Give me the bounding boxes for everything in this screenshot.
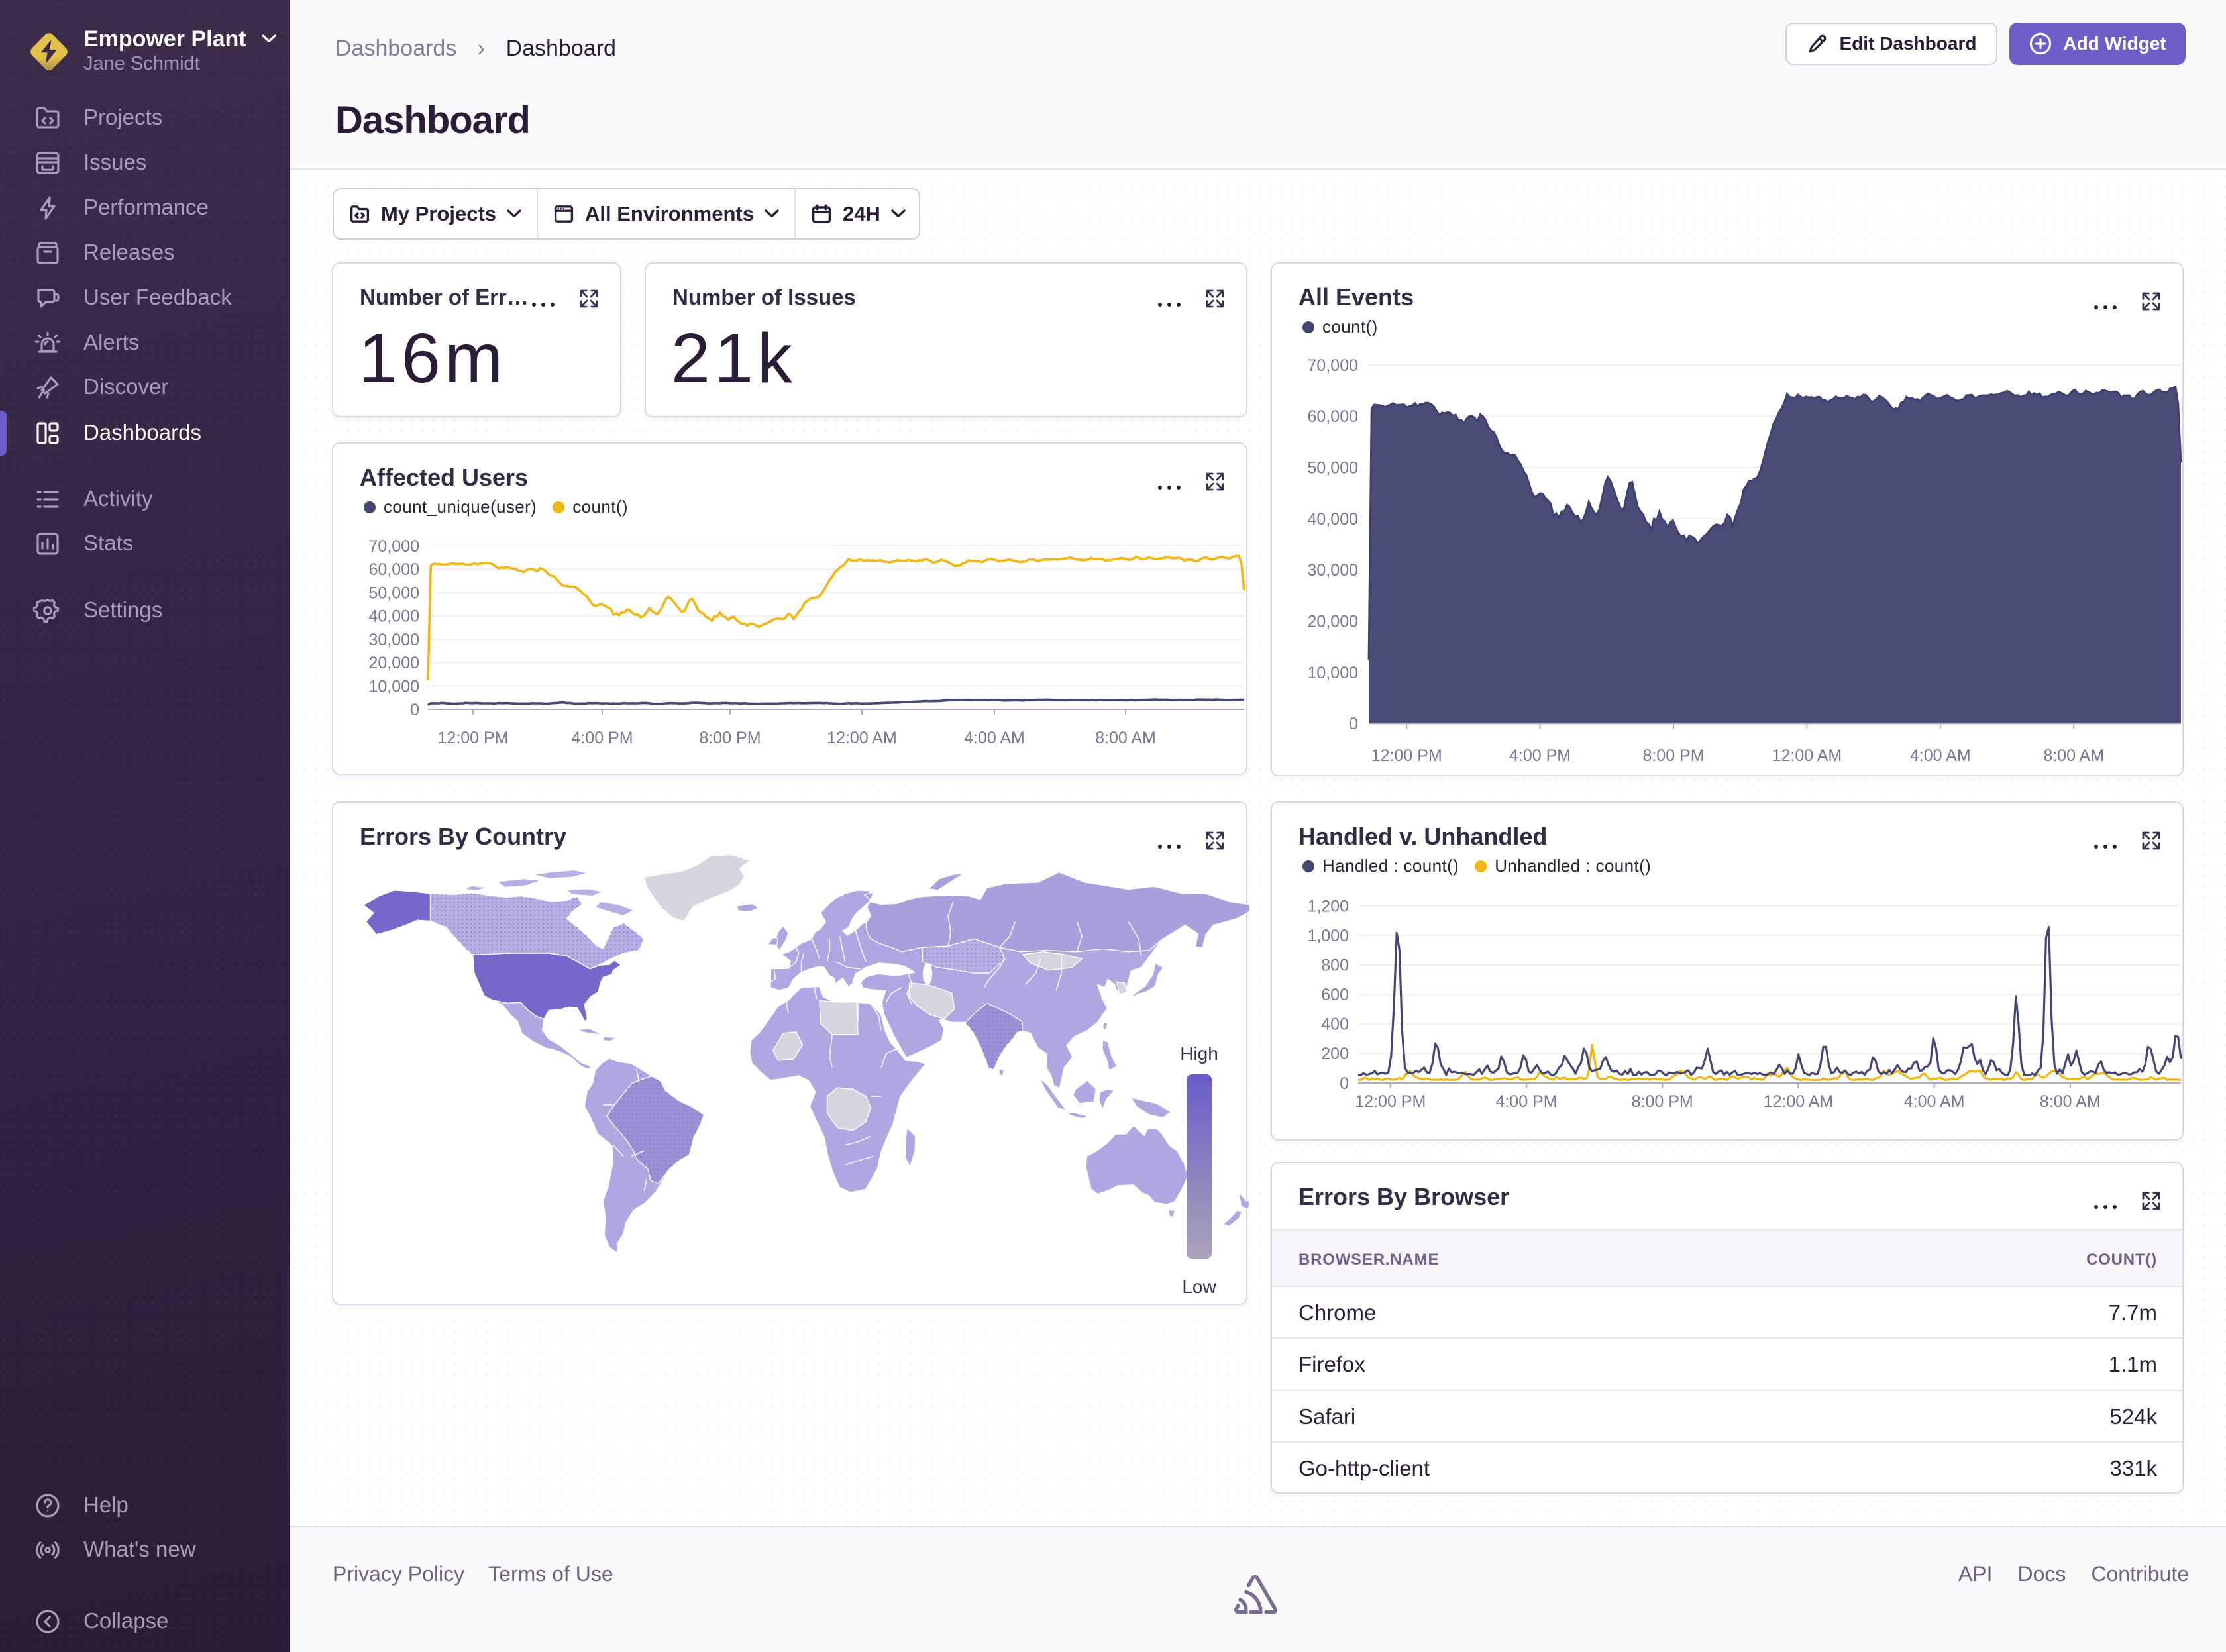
svg-text:60,000: 60,000: [369, 560, 419, 579]
svg-text:4:00 AM: 4:00 AM: [1910, 747, 1971, 765]
svg-text:4:00 PM: 4:00 PM: [571, 729, 633, 747]
svg-text:12:00 AM: 12:00 AM: [1772, 747, 1842, 765]
svg-text:40,000: 40,000: [1308, 510, 1358, 529]
svg-text:8:00 AM: 8:00 AM: [1095, 729, 1156, 747]
svg-text:12:00 PM: 12:00 PM: [1371, 747, 1442, 765]
svg-text:1,000: 1,000: [1307, 927, 1349, 945]
svg-text:70,000: 70,000: [369, 537, 419, 556]
svg-text:20,000: 20,000: [1308, 612, 1358, 631]
svg-text:4:00 AM: 4:00 AM: [1904, 1092, 1965, 1111]
svg-text:70,000: 70,000: [1308, 356, 1358, 375]
svg-text:8:00 PM: 8:00 PM: [699, 729, 761, 747]
svg-text:0: 0: [1340, 1074, 1349, 1093]
svg-text:400: 400: [1321, 1015, 1349, 1034]
svg-text:30,000: 30,000: [1308, 561, 1358, 580]
svg-text:800: 800: [1321, 956, 1349, 974]
svg-text:12:00 PM: 12:00 PM: [437, 729, 508, 747]
svg-text:50,000: 50,000: [369, 584, 419, 602]
svg-text:12:00 PM: 12:00 PM: [1355, 1092, 1426, 1111]
svg-text:1,200: 1,200: [1307, 897, 1349, 915]
svg-text:600: 600: [1321, 986, 1349, 1004]
svg-text:8:00 PM: 8:00 PM: [1642, 747, 1704, 765]
svg-text:30,000: 30,000: [369, 631, 419, 649]
svg-text:4:00 PM: 4:00 PM: [1509, 747, 1571, 765]
svg-text:10,000: 10,000: [1308, 664, 1358, 682]
svg-text:4:00 AM: 4:00 AM: [964, 729, 1025, 747]
svg-text:Low: Low: [1182, 1276, 1216, 1297]
svg-text:12:00 AM: 12:00 AM: [827, 729, 897, 747]
svg-text:0: 0: [410, 701, 419, 719]
svg-text:8:00 AM: 8:00 AM: [2040, 1092, 2101, 1111]
svg-text:8:00 AM: 8:00 AM: [2043, 747, 2104, 765]
svg-text:200: 200: [1321, 1045, 1349, 1063]
svg-text:50,000: 50,000: [1308, 459, 1358, 478]
svg-text:12:00 AM: 12:00 AM: [1764, 1092, 1834, 1111]
svg-text:60,000: 60,000: [1308, 407, 1358, 426]
svg-text:8:00 PM: 8:00 PM: [1632, 1092, 1693, 1111]
svg-text:High: High: [1180, 1043, 1218, 1064]
svg-text:40,000: 40,000: [369, 607, 419, 626]
svg-text:4:00 PM: 4:00 PM: [1495, 1092, 1557, 1111]
svg-text:20,000: 20,000: [369, 654, 419, 672]
svg-text:10,000: 10,000: [369, 677, 419, 696]
svg-text:0: 0: [1349, 715, 1358, 733]
